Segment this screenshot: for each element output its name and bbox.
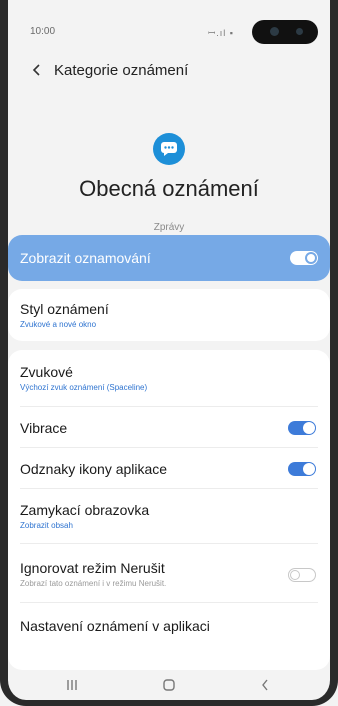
notification-style-card[interactable]: Styl oznámení Zvukové a nové okno bbox=[8, 289, 330, 341]
app-settings-row[interactable]: Nastavení oznámení v aplikaci bbox=[8, 603, 330, 643]
dnd-value: Zobrazí tato oznámení i v režimu Nerušit… bbox=[20, 579, 167, 588]
page-subtitle: Zprávy bbox=[153, 222, 185, 233]
page-title: Obecná oznámení bbox=[79, 176, 259, 201]
messages-app-icon bbox=[153, 133, 185, 165]
home-icon[interactable] bbox=[157, 676, 181, 694]
header-title: Kategorie oznámení bbox=[54, 61, 189, 79]
dnd-switch[interactable] bbox=[288, 568, 316, 582]
back-icon[interactable] bbox=[253, 676, 277, 694]
lock-screen-title: Zamykací obrazovka bbox=[20, 502, 150, 518]
badges-switch[interactable] bbox=[288, 462, 316, 476]
top-bar: Kategorie oznámení bbox=[26, 58, 188, 82]
back-arrow-icon[interactable] bbox=[26, 59, 48, 81]
status-bar: 10:00 ꟷ.ıl ▪ bbox=[22, 20, 318, 44]
dnd-title: Ignorovat režim Nerušit bbox=[20, 560, 165, 576]
lock-screen-row[interactable]: Zamykací obrazovka Zobrazit obsah bbox=[8, 489, 330, 543]
sound-value: Výchozí zvuk oznámení (Spaceline) bbox=[20, 383, 148, 392]
show-notifications-row[interactable]: Zobrazit oznamování bbox=[8, 235, 330, 281]
camera-cutout bbox=[252, 20, 318, 44]
status-time: 10:00 bbox=[30, 26, 56, 37]
vibration-title: Vibrace bbox=[20, 420, 68, 436]
navigation-bar bbox=[8, 670, 330, 700]
signal-battery-icons: ꟷ.ıl ▪ bbox=[207, 28, 234, 38]
notification-style-value: Zvukové a nové okno bbox=[20, 320, 97, 329]
show-notifications-label: Zobrazit oznamování bbox=[20, 250, 151, 266]
notification-style-title: Styl oznámení bbox=[20, 301, 109, 317]
badges-title: Odznaky ikony aplikace bbox=[20, 461, 168, 477]
sound-row[interactable]: Zvukové Výchozí zvuk oznámení (Spaceline… bbox=[8, 350, 330, 406]
lock-screen-value: Zobrazit obsah bbox=[20, 521, 73, 530]
dnd-row[interactable]: Ignorovat režim Nerušit Zobrazí tato ozn… bbox=[8, 544, 330, 602]
vibration-row[interactable]: Vibrace bbox=[8, 407, 330, 447]
recent-apps-icon[interactable] bbox=[60, 676, 84, 694]
badges-row[interactable]: Odznaky ikony aplikace bbox=[8, 448, 330, 488]
show-notifications-switch[interactable] bbox=[290, 251, 318, 265]
settings-card: Zvukové Výchozí zvuk oznámení (Spaceline… bbox=[8, 350, 330, 670]
sound-title: Zvukové bbox=[20, 364, 73, 380]
vibration-switch[interactable] bbox=[288, 421, 316, 435]
app-settings-title: Nastavení oznámení v aplikaci bbox=[20, 618, 210, 634]
